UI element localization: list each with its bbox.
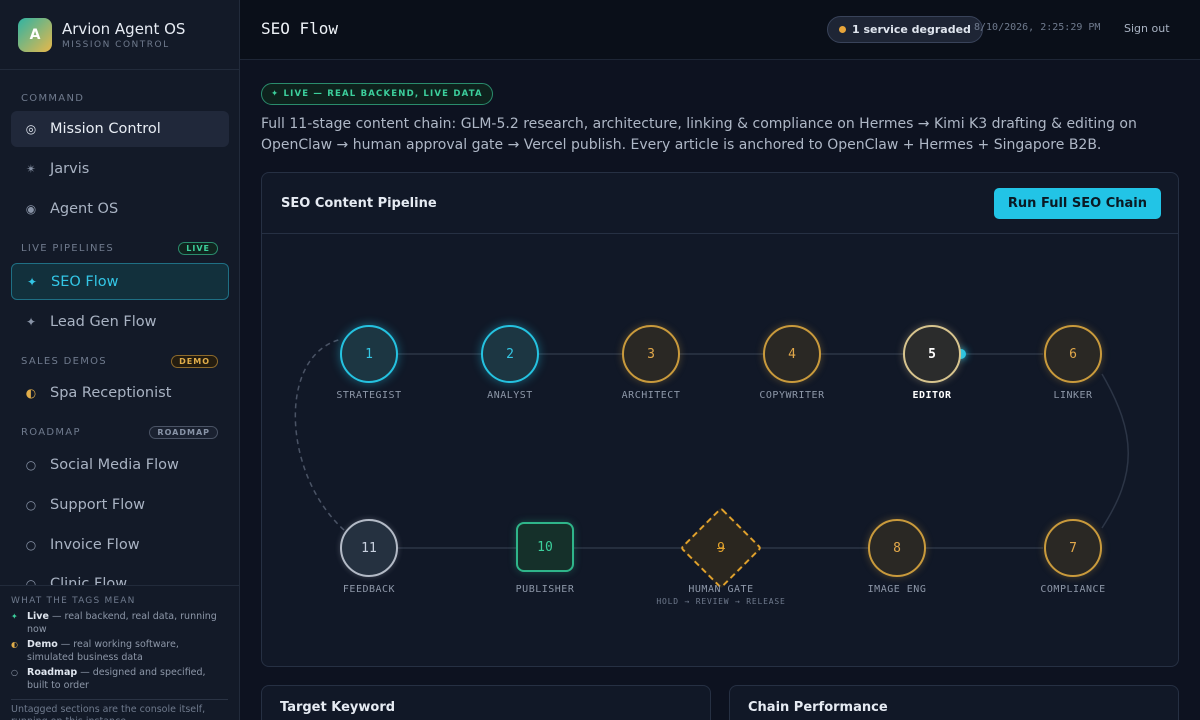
chain-performance-card: Chain Performance	[729, 685, 1179, 720]
stage-node-7[interactable]: 7	[1044, 519, 1102, 577]
legend-footer: Untagged sections are the console itself…	[11, 699, 228, 720]
sidebar-item-seo-flow[interactable]: ✦ SEO Flow	[11, 263, 229, 300]
pipeline-description: Full 11-stage content chain: GLM-5.2 res…	[261, 116, 1137, 153]
status-badge[interactable]: 1 service degraded	[827, 16, 983, 43]
circle-outline-icon: ○	[25, 458, 37, 472]
brand: A Arvion Agent OS MISSION CONTROL	[0, 0, 239, 70]
stage-label: COPYWRITER	[759, 390, 825, 401]
stage-label: IMAGE ENG	[867, 584, 927, 595]
legend-demo: ◐ Demo — real working software, simulate…	[11, 639, 179, 663]
tag-legend: WHAT THE TAGS MEAN ✦ Live — real backend…	[0, 585, 239, 720]
sidebar-item-label: Mission Control	[50, 121, 161, 137]
stage-node-4[interactable]: 4	[763, 325, 821, 383]
radio-dot-icon: ◉	[25, 202, 37, 216]
stage-node-5[interactable]: 5	[903, 325, 961, 383]
warning-dot-icon	[839, 26, 846, 33]
sidebar-item-lead-gen-flow[interactable]: ✦ Lead Gen Flow	[11, 304, 229, 340]
seo-pipeline-panel: SEO Content Pipeline Run Full SEO Chain …	[261, 172, 1179, 667]
stage-node-8[interactable]: 8	[868, 519, 926, 577]
sidebar-item-label: Spa Receptionist	[50, 385, 172, 401]
stage-node-11[interactable]: 11	[340, 519, 398, 577]
stage-node-2[interactable]: 2	[481, 325, 539, 383]
live-badge: LIVE	[178, 241, 218, 255]
stage-label: PUBLISHER	[515, 584, 575, 595]
panel-title: SEO Content Pipeline	[281, 195, 437, 211]
sidebar-item-spa-receptionist[interactable]: ◐ Spa Receptionist	[11, 375, 229, 411]
stage-node-6[interactable]: 6	[1044, 325, 1102, 383]
stage-label: ARCHITECT	[621, 390, 681, 401]
half-circle-icon: ◐	[25, 386, 37, 400]
sparkle-icon: ✴	[25, 162, 37, 176]
target-icon: ◎	[25, 122, 37, 136]
sidebar-item-clinic-flow[interactable]: ○ Clinic Flow	[11, 566, 229, 585]
roadmap-badge: ROADMAP	[149, 425, 218, 439]
legend-title: WHAT THE TAGS MEAN	[11, 596, 136, 606]
sidebar-item-social-media-flow[interactable]: ○ Social Media Flow	[11, 447, 229, 483]
half-circle-icon: ◐	[11, 640, 18, 649]
circle-outline-icon: ○	[25, 498, 37, 512]
timestamp: 8/10/2026, 2:25:29 PM	[974, 22, 1101, 33]
sidebar-item-support-flow[interactable]: ○ Support Flow	[11, 487, 229, 523]
circle-outline-icon: ○	[11, 668, 18, 677]
stage-label: LINKER	[1053, 390, 1093, 401]
stage-node-9[interactable]: 9	[679, 506, 763, 590]
stage-label: ANALYST	[487, 390, 533, 401]
stage-sublabel: HOLD → REVIEW → RELEASE	[656, 597, 786, 606]
legend-roadmap: ○ Roadmap — designed and specified, buil…	[11, 667, 206, 691]
feedback-loop-connector	[294, 338, 345, 531]
stage-label: STRATEGIST	[336, 390, 402, 401]
sidebar-item-invoice-flow[interactable]: ○ Invoice Flow	[11, 527, 229, 563]
sidebar-item-label: Clinic Flow	[50, 576, 128, 585]
stage-number: 9	[717, 540, 725, 556]
live-tag: ✦ LIVE — REAL BACKEND, LIVE DATA	[261, 83, 493, 105]
stage-label: COMPLIANCE	[1040, 584, 1106, 595]
sidebar-item-jarvis[interactable]: ✴ Jarvis	[11, 151, 229, 187]
app-logo: A	[18, 17, 52, 52]
page-title: SEO Flow	[261, 19, 339, 38]
section-command: COMMAND	[21, 92, 85, 104]
stage-label: HUMAN GATE	[688, 584, 754, 595]
legend-live: ✦ Live — real backend, real data, runnin…	[11, 611, 217, 635]
stage-node-10[interactable]: 10	[516, 522, 574, 572]
sidebar-nav: COMMAND ◎ Mission Control ✴ Jarvis ◉ Age…	[0, 70, 239, 585]
sidebar: A Arvion Agent OS MISSION CONTROL COMMAN…	[0, 0, 240, 720]
stage-node-1[interactable]: 1	[340, 325, 398, 383]
target-keyword-card: Target Keyword	[261, 685, 711, 720]
sidebar-item-label: Invoice Flow	[50, 537, 140, 553]
pipeline-flow: 1 STRATEGIST 2 ANALYST 3 ARCHITECT 4 COP…	[262, 234, 1178, 666]
sidebar-item-agent-os[interactable]: ◉ Agent OS	[11, 191, 229, 227]
sign-out-link[interactable]: Sign out	[1124, 22, 1170, 35]
card-title: Chain Performance	[748, 700, 888, 715]
top-header: SEO Flow 1 service degraded 8/10/2026, 2…	[240, 0, 1200, 60]
run-full-seo-chain-button[interactable]: Run Full SEO Chain	[993, 187, 1161, 219]
sidebar-item-label: Agent OS	[50, 201, 119, 217]
section-sales-demos: SALES DEMOS DEMO	[0, 351, 239, 371]
sidebar-item-label: SEO Flow	[51, 273, 119, 290]
circle-outline-icon: ○	[25, 538, 37, 552]
app-subtitle: MISSION CONTROL	[62, 39, 170, 50]
stage-label: FEEDBACK	[342, 584, 396, 595]
sidebar-item-label: Support Flow	[50, 497, 146, 513]
card-title: Target Keyword	[280, 700, 396, 715]
sidebar-item-label: Social Media Flow	[50, 457, 179, 473]
app-title: Arvion Agent OS	[62, 19, 186, 38]
section-roadmap: ROADMAP ROADMAP	[0, 422, 239, 442]
stage-node-3[interactable]: 3	[622, 325, 680, 383]
section-live-pipelines: LIVE PIPELINES LIVE	[0, 238, 239, 258]
circle-outline-icon: ○	[25, 577, 37, 585]
sidebar-item-mission-control[interactable]: ◎ Mission Control	[11, 111, 229, 147]
star-icon: ✦	[26, 274, 38, 289]
demo-badge: DEMO	[171, 354, 218, 368]
star-icon: ✦	[11, 612, 18, 621]
sidebar-item-label: Jarvis	[50, 161, 90, 177]
sidebar-item-label: Lead Gen Flow	[50, 314, 157, 330]
star-icon: ✦	[25, 315, 37, 329]
stage-label: EDITOR	[912, 390, 952, 401]
